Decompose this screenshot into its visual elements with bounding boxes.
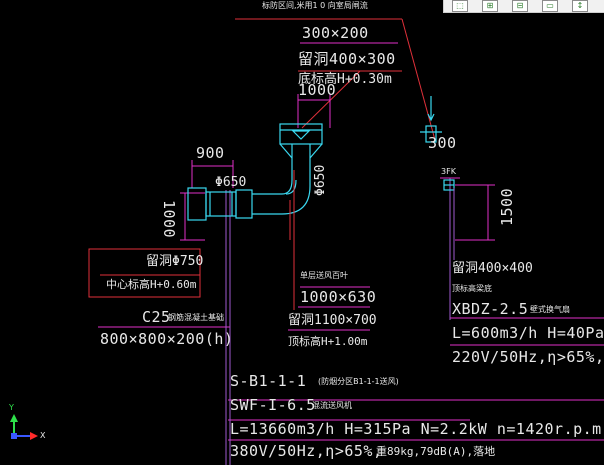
center-size: 1000×630 <box>300 288 377 306</box>
opening-400x300: 留洞400×300 <box>298 50 396 68</box>
dim-300x200: 300×200 <box>302 24 369 42</box>
right-spec-2: 220V/50Hz,η>65%, <box>452 348 604 366</box>
foundation-size: 800×800×200(h) <box>100 330 234 348</box>
left-opening: 留洞Φ750 <box>146 254 204 269</box>
right-model: XBDZ-2.5 <box>452 300 529 318</box>
dim-1000-top: 1000 <box>298 81 337 99</box>
ucs-x-label: X <box>40 431 46 440</box>
right-spec-1: L=600m3/h H=40Pa <box>452 324 604 342</box>
dim-1000-vertical: 1000 <box>160 200 178 239</box>
toolbar-button-4[interactable]: ▭ <box>542 0 558 12</box>
right-opening: 留洞400×400 <box>452 261 533 276</box>
dim-300-right: 300 <box>428 134 457 152</box>
toolbar-button-2[interactable]: ⊞ <box>482 0 498 12</box>
bottom-spec-2b: 重89kg,79dB(A),落地 <box>376 445 496 458</box>
bottom-code: S-B1-1-1 <box>230 372 307 390</box>
foundation-c25: C25 <box>142 308 171 326</box>
foundation-note: 钢筋混凝土基础 <box>168 313 224 322</box>
dim-900: 900 <box>196 144 225 162</box>
bottom-spec-2: 380V/50Hz,η>65%, <box>230 442 383 460</box>
bottom-fan: SWF-I-6.5 <box>230 396 316 414</box>
dim-phi650-v: Φ650 <box>313 164 328 196</box>
right-elevation: 顶标高梁底 <box>452 284 492 293</box>
dim-1500: 1500 <box>498 187 516 226</box>
toolbar-button-5[interactable]: ↕ <box>572 0 588 12</box>
bottom-spec-1: L=13660m3/h H=315Pa N=2.2kW n=1420r.p.m <box>230 420 602 438</box>
ucs-y-label: Y <box>9 403 14 412</box>
bottom-fan-note: 混流送风机 <box>312 401 352 410</box>
dim-small-label: 3FK <box>441 167 456 176</box>
bottom-code-note: (防烟分区B1-1-1送风) <box>318 377 399 386</box>
dim-phi650-h: Φ650 <box>215 175 247 190</box>
left-elevation: 中心标高H+0.60m <box>106 278 197 291</box>
toolbar-button-3[interactable]: ⊟ <box>512 0 528 12</box>
view-toolbar: ⬚ ⊞ ⊟ ▭ ↕ <box>443 0 604 13</box>
center-title: 单层送风百叶 <box>300 271 348 280</box>
toolbar-button-1[interactable]: ⬚ <box>452 0 468 12</box>
center-elevation: 顶标高H+1.00m <box>288 335 368 348</box>
cad-canvas[interactable]: ⬚ ⊞ ⊟ ▭ ↕ 标防区间,米用1 0 向室局闸流 300×200 留洞400… <box>0 0 604 465</box>
duct-geometry <box>187 96 455 221</box>
right-model-note: 壁式换气扇 <box>530 305 570 314</box>
top-clipped-note: 标防区间,米用1 0 向室局闸流 <box>262 1 368 10</box>
center-opening: 留洞1100×700 <box>288 313 377 328</box>
ucs-icon <box>10 414 38 440</box>
